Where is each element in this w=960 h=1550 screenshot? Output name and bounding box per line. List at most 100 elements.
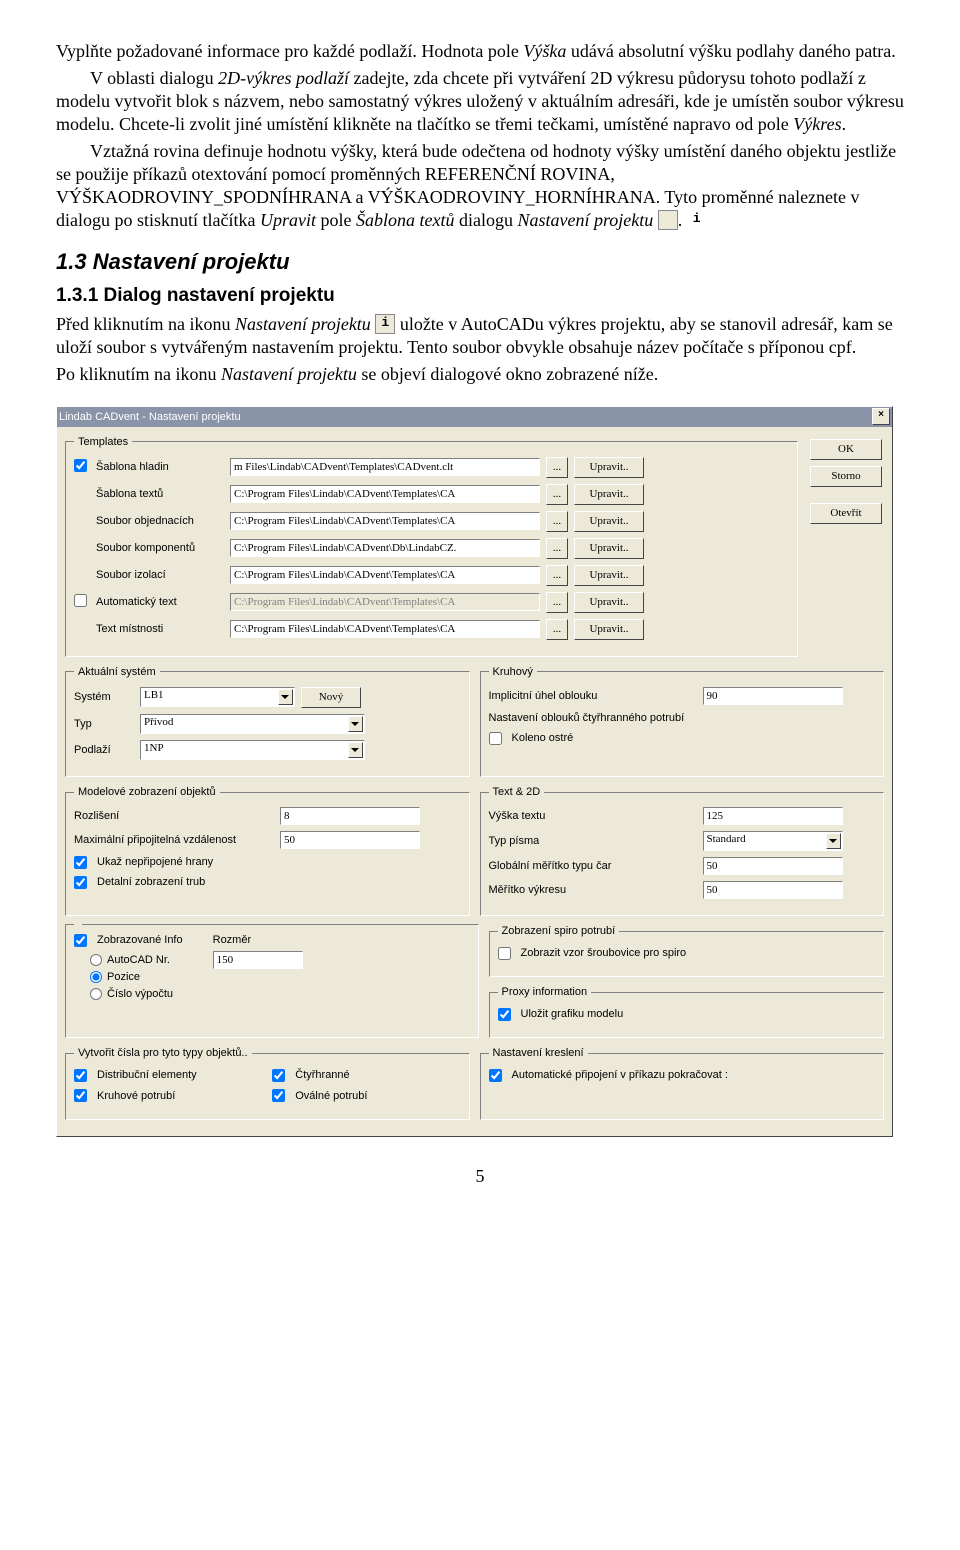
checkbox-label: Zobrazované Info — [97, 933, 183, 947]
chk-oval[interactable] — [272, 1089, 285, 1102]
text-italic: 2D-výkres podlaží — [218, 68, 349, 88]
text-italic: Výkres — [793, 114, 841, 134]
checkbox-label: Uložit grafiku modelu — [521, 1007, 624, 1021]
label: Rozlišení — [74, 809, 274, 823]
radio-autocad-nr[interactable] — [90, 954, 102, 966]
template-label: Soubor objednacích — [96, 514, 224, 528]
drawing-scale-input[interactable] — [703, 881, 843, 899]
default-arc-angle-input[interactable] — [703, 687, 843, 705]
paragraph-1: Vyplňte požadované informace pro každé p… — [56, 40, 904, 63]
radio-label: AutoCAD Nr. — [107, 953, 170, 967]
template-row: Automatický text...Upravit.. — [74, 592, 789, 613]
max-connect-dist-input[interactable] — [280, 831, 420, 849]
close-icon[interactable]: × — [872, 408, 890, 425]
font-select[interactable]: Standard — [703, 831, 843, 851]
radio-calc-number[interactable] — [90, 988, 102, 1000]
edit-button[interactable]: Upravit.. — [574, 565, 644, 586]
edit-button[interactable]: Upravit.. — [574, 511, 644, 532]
text: dialogu — [454, 210, 517, 230]
current-system-group: Aktuální systém Systém LB1 Nový Typ Přív… — [65, 665, 470, 777]
browse-button[interactable]: ... — [546, 538, 568, 559]
template-row: Soubor izolací... Upravit.. — [74, 565, 789, 586]
text: V oblasti dialogu — [90, 68, 218, 88]
text: . — [678, 210, 683, 230]
edit-button[interactable]: Upravit.. — [574, 592, 644, 613]
text: pole — [316, 210, 356, 230]
browse-button[interactable]: ... — [546, 619, 568, 640]
radio-label: Pozice — [107, 970, 140, 984]
template-label: Text místnosti — [96, 622, 224, 636]
template-path-input[interactable] — [230, 485, 540, 503]
label: Typ — [74, 717, 134, 731]
checkbox-label: Koleno ostré — [512, 731, 574, 745]
select-value: 1NP — [144, 742, 164, 754]
template-label: Soubor komponentů — [96, 541, 224, 555]
browse-button[interactable]: ... — [546, 592, 568, 613]
label: Implicitní úhel oblouku — [489, 689, 697, 703]
checkbox-label: Distribuční elementy — [97, 1068, 197, 1082]
ok-button[interactable]: OK — [810, 439, 882, 460]
helix-pattern-checkbox[interactable] — [498, 947, 511, 960]
show-unconnected-checkbox[interactable] — [74, 856, 87, 869]
ltype-scale-input[interactable] — [703, 857, 843, 875]
resolution-input[interactable] — [280, 807, 420, 825]
edit-button[interactable]: Upravit.. — [574, 484, 644, 505]
template-checkbox[interactable] — [74, 459, 87, 472]
circular-group: Kruhový Implicitní úhel oblouku Nastaven… — [480, 665, 885, 777]
proxy-info-group: Proxy information Uložit grafiku modelu — [489, 985, 885, 1038]
radio-position[interactable] — [90, 971, 102, 983]
info-icon: i — [658, 210, 678, 230]
system-select[interactable]: LB1 — [140, 687, 295, 707]
detailed-pipe-checkbox[interactable] — [74, 876, 87, 889]
chk-rectangular[interactable] — [272, 1069, 285, 1082]
text-italic: Nastavení projektu — [517, 210, 653, 230]
template-label: Soubor izolací — [96, 568, 224, 582]
floor-select[interactable]: 1NP — [140, 740, 365, 760]
open-button[interactable]: Otevřít — [810, 503, 882, 524]
new-button[interactable]: Nový — [301, 687, 361, 708]
label: Typ písma — [489, 834, 697, 848]
template-label: Šablona hladin — [96, 460, 224, 474]
browse-button[interactable]: ... — [546, 484, 568, 505]
checkbox-label: Zobrazit vzor šroubovice pro spiro — [521, 946, 687, 960]
browse-button[interactable]: ... — [546, 457, 568, 478]
checkbox-label: Automatické připojení v příkazu pokračov… — [512, 1068, 728, 1082]
number-generate-group: Vytvořit čísla pro tyto typy objektů.. D… — [65, 1046, 470, 1119]
auto-connect-checkbox[interactable] — [489, 1069, 502, 1082]
edit-button[interactable]: Upravit.. — [574, 457, 644, 478]
model-display-group: Modelové zobrazení objektů Rozlišení Max… — [65, 785, 470, 916]
save-model-graphics-checkbox[interactable] — [498, 1008, 511, 1021]
template-path-input[interactable] — [230, 566, 540, 584]
label: Systém — [74, 690, 134, 704]
paragraph-2: V oblasti dialogu 2D-výkres podlaží zade… — [56, 67, 904, 136]
size-input[interactable] — [213, 951, 303, 969]
edit-button[interactable]: Upravit.. — [574, 538, 644, 559]
group-legend: Aktuální systém — [74, 665, 160, 679]
group-legend: Templates — [74, 435, 132, 449]
displayed-info-checkbox[interactable] — [74, 934, 87, 947]
template-path-input[interactable] — [230, 458, 540, 476]
spiro-display-group: Zobrazení spiro potrubí Zobrazit vzor šr… — [489, 924, 885, 977]
checkbox-label: Kruhové potrubí — [97, 1089, 175, 1103]
template-checkbox[interactable] — [74, 594, 87, 607]
template-row: Šablona hladin... Upravit.. — [74, 457, 789, 478]
chk-distribution[interactable] — [74, 1069, 87, 1082]
chk-circular[interactable] — [74, 1089, 87, 1102]
browse-button[interactable]: ... — [546, 511, 568, 532]
group-legend: Text & 2D — [489, 785, 545, 799]
label: Podlaží — [74, 743, 134, 757]
template-path-input[interactable] — [230, 539, 540, 557]
template-path-input[interactable] — [230, 512, 540, 530]
type-select[interactable]: Přívod — [140, 714, 365, 734]
select-value: Přívod — [144, 716, 173, 728]
cancel-button[interactable]: Storno — [810, 466, 882, 487]
edit-button[interactable]: Upravit.. — [574, 619, 644, 640]
text-height-input[interactable] — [703, 807, 843, 825]
browse-button[interactable]: ... — [546, 565, 568, 586]
template-path-input[interactable] — [230, 620, 540, 638]
text-italic: Nastavení projektu — [235, 314, 371, 334]
group-legend: Zobrazení spiro potrubí — [498, 924, 620, 938]
heading-1-3: 1.3 Nastavení projektu — [56, 248, 904, 276]
sharp-elbow-checkbox[interactable] — [489, 732, 502, 745]
label: Rozměr — [213, 933, 303, 947]
